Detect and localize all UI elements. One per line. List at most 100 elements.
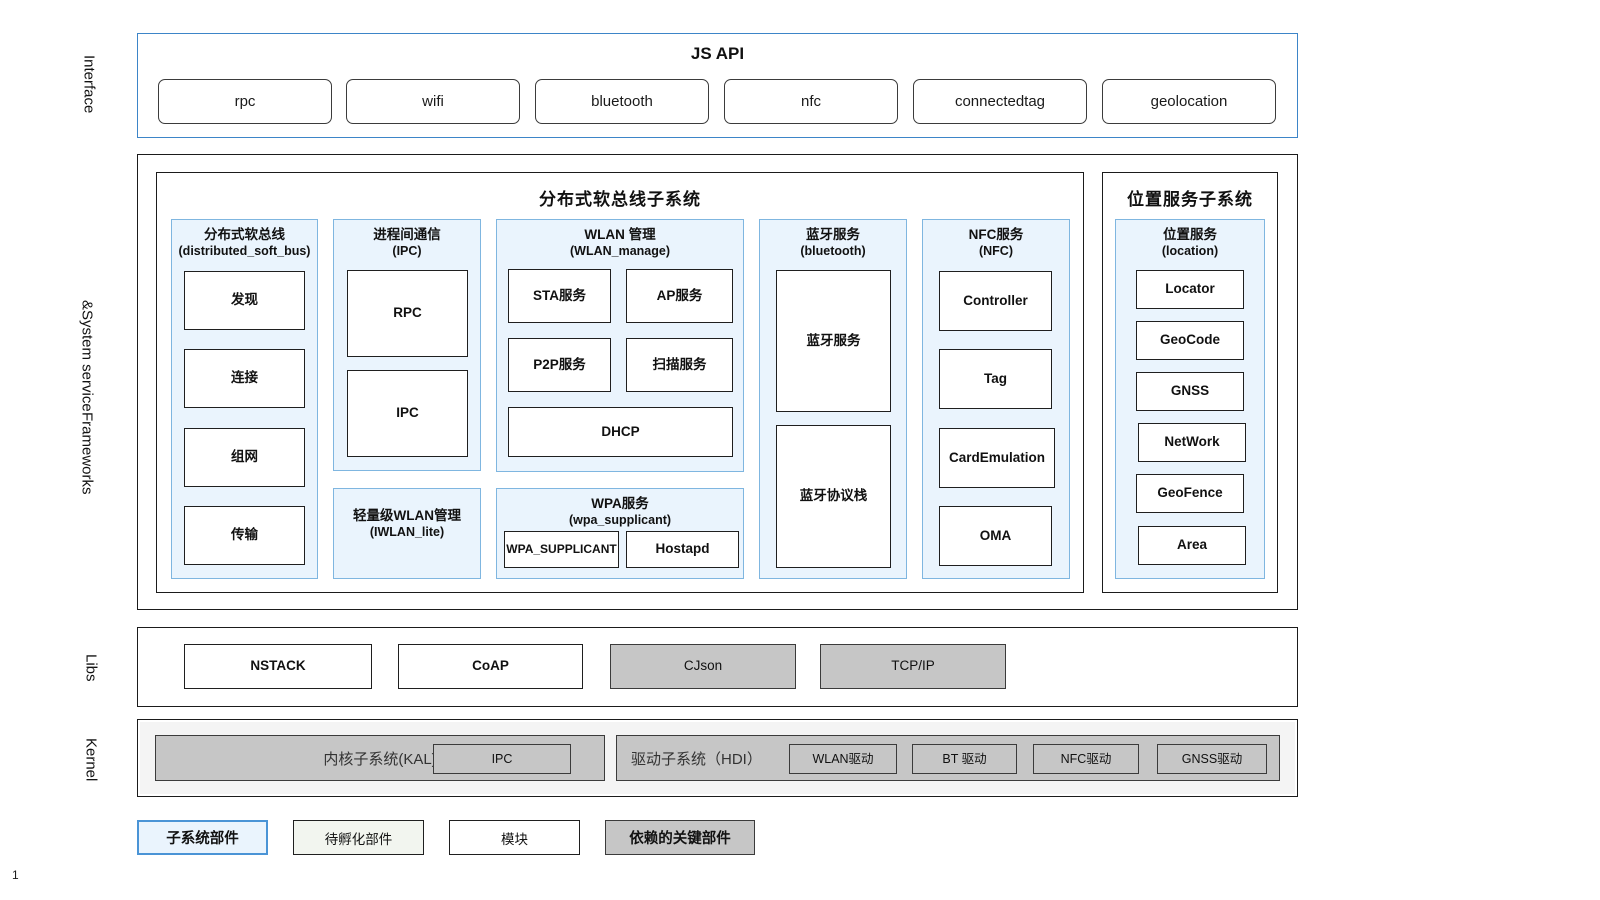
module-label: P2P服务	[533, 356, 586, 372]
component-name: 蓝牙服务	[806, 227, 860, 242]
module-ap-service[interactable]: AP服务	[626, 269, 733, 323]
kernel-module-label: GNSS驱动	[1181, 751, 1243, 766]
component-name: WLAN 管理	[584, 227, 656, 242]
component-iwlan-lite[interactable]: 轻量级WLAN管理 (IWLAN_lite)	[333, 488, 481, 579]
module-wpa-supplicant[interactable]: WPA_SUPPLICANT	[504, 531, 619, 568]
kernel-module-ipc[interactable]: IPC	[433, 744, 571, 774]
kernel-module-gnss-driver[interactable]: GNSS驱动	[1157, 744, 1267, 774]
layer-label-interface-text: Interface	[80, 55, 98, 114]
module-discovery[interactable]: 发现	[184, 271, 305, 330]
layer-label-frameworks-line2: &System service	[78, 300, 96, 412]
module-hostapd[interactable]: Hostapd	[626, 531, 739, 568]
component-wlan-manage-title: WLAN 管理 (WLAN_manage)	[497, 220, 743, 260]
module-label: Hostapd	[655, 541, 710, 557]
lib-nstack[interactable]: NSTACK	[184, 644, 372, 689]
kernel-module-wlan-driver[interactable]: WLAN驱动	[789, 744, 897, 774]
layer-label-interface: Interface	[80, 32, 97, 137]
js-api-item-label: rpc	[234, 93, 256, 110]
layer-label-libs-text: Libs	[82, 653, 100, 682]
module-label: OMA	[979, 527, 1012, 543]
js-api-title: JS API	[690, 44, 745, 63]
component-bluetooth-title: 蓝牙服务 (bluetooth)	[760, 220, 906, 260]
component-name: WPA服务	[591, 496, 649, 511]
module-label: NetWork	[1164, 434, 1220, 450]
legend-label: 子系统部件	[166, 831, 239, 847]
module-label: GNSS	[1170, 383, 1210, 399]
js-api-item-label: nfc	[800, 93, 821, 110]
legend-module: 模块	[449, 820, 580, 855]
kernel-kal-group[interactable]: 内核子系统(KAL) IPC	[155, 735, 605, 781]
module-label: Locator	[1165, 281, 1215, 297]
layer-label-frameworks-line1: Frameworks	[78, 411, 96, 495]
module-ipc[interactable]: IPC	[347, 370, 468, 457]
module-label: 连接	[231, 370, 258, 386]
module-label: Area	[1176, 537, 1208, 553]
layer-label-kernel-text: Kernel	[82, 738, 100, 782]
module-bluetooth-stack[interactable]: 蓝牙协议栈	[776, 425, 891, 568]
module-label: 扫描服务	[652, 356, 707, 372]
module-p2p-service[interactable]: P2P服务	[508, 338, 611, 392]
legend-label: 模块	[501, 831, 528, 847]
kernel-module-label: WLAN驱动	[812, 751, 874, 766]
kernel-module-bt-driver[interactable]: BT 驱动	[912, 744, 1017, 774]
component-name: 进程间通信	[373, 227, 441, 242]
component-name: NFC服务	[968, 227, 1024, 242]
module-transmission[interactable]: 传输	[184, 506, 305, 565]
module-label: 组网	[231, 449, 258, 465]
module-area[interactable]: Area	[1138, 526, 1246, 565]
page-number: 1	[12, 868, 19, 882]
module-connection[interactable]: 连接	[184, 349, 305, 408]
js-api-item-nfc[interactable]: nfc	[724, 79, 898, 124]
module-nfc-card-emulation[interactable]: CardEmulation	[939, 428, 1055, 488]
module-nfc-controller[interactable]: Controller	[939, 271, 1052, 331]
component-name: 轻量级WLAN管理	[353, 508, 461, 523]
module-label: Controller	[963, 292, 1028, 308]
lib-coap[interactable]: CoAP	[398, 644, 583, 689]
module-geocode[interactable]: GeoCode	[1136, 321, 1244, 360]
module-rpc[interactable]: RPC	[347, 270, 468, 357]
module-sta-service[interactable]: STA服务	[508, 269, 611, 323]
kernel-module-label: IPC	[491, 751, 513, 766]
legend-label: 待孵化部件	[324, 831, 393, 847]
module-network[interactable]: NetWork	[1138, 423, 1246, 462]
js-api-item-bluetooth[interactable]: bluetooth	[535, 79, 709, 124]
module-label: 传输	[231, 527, 258, 543]
kernel-kal-label: 内核子系统(KAL)	[323, 750, 437, 768]
js-api-item-connectedtag[interactable]: connectedtag	[913, 79, 1087, 124]
kernel-module-nfc-driver[interactable]: NFC驱动	[1033, 744, 1139, 774]
lib-label: CJson	[683, 658, 723, 674]
module-label: GeoFence	[1157, 485, 1223, 501]
architecture-diagram: Interface &System service Frameworks Lib…	[0, 0, 1600, 900]
module-locator[interactable]: Locator	[1136, 270, 1244, 309]
component-code: (wpa_supplicant)	[568, 512, 672, 527]
module-scan-service[interactable]: 扫描服务	[626, 338, 733, 392]
legend-dependency-component: 依赖的关键部件	[605, 820, 755, 855]
softbus-subsystem-title: 分布式软总线子系统	[539, 190, 701, 209]
module-geofence[interactable]: GeoFence	[1136, 474, 1244, 513]
js-api-item-label: geolocation	[1150, 93, 1228, 110]
component-code: (location)	[1161, 243, 1219, 258]
component-nfc-title: NFC服务 (NFC)	[923, 220, 1069, 260]
location-subsystem-title: 位置服务子系统	[1127, 190, 1253, 209]
module-dhcp[interactable]: DHCP	[508, 407, 733, 457]
component-name: 分布式软总线	[204, 227, 285, 242]
module-networking[interactable]: 组网	[184, 428, 305, 487]
js-api-item-rpc[interactable]: rpc	[158, 79, 332, 124]
kernel-module-label: BT 驱动	[942, 751, 987, 766]
lib-label: NSTACK	[250, 658, 306, 674]
module-label: WPA_SUPPLICANT	[506, 542, 617, 557]
module-nfc-oma[interactable]: OMA	[939, 506, 1052, 566]
module-gnss[interactable]: GNSS	[1136, 372, 1244, 411]
js-api-item-wifi[interactable]: wifi	[346, 79, 520, 124]
lib-cjson[interactable]: CJson	[610, 644, 796, 689]
kernel-hdi-group[interactable]: 驱动子系统（HDI） WLAN驱动 BT 驱动 NFC驱动 GNSS驱动	[616, 735, 1280, 781]
lib-tcp-ip[interactable]: TCP/IP	[820, 644, 1006, 689]
js-api-item-geolocation[interactable]: geolocation	[1102, 79, 1276, 124]
legend-subsystem-component: 子系统部件	[137, 820, 268, 855]
module-label: 蓝牙协议栈	[799, 488, 868, 504]
module-nfc-tag[interactable]: Tag	[939, 349, 1052, 409]
module-label: STA服务	[533, 287, 586, 303]
module-bluetooth-service[interactable]: 蓝牙服务	[776, 270, 891, 412]
module-label: 蓝牙服务	[806, 332, 861, 348]
module-label: GeoCode	[1159, 332, 1220, 348]
